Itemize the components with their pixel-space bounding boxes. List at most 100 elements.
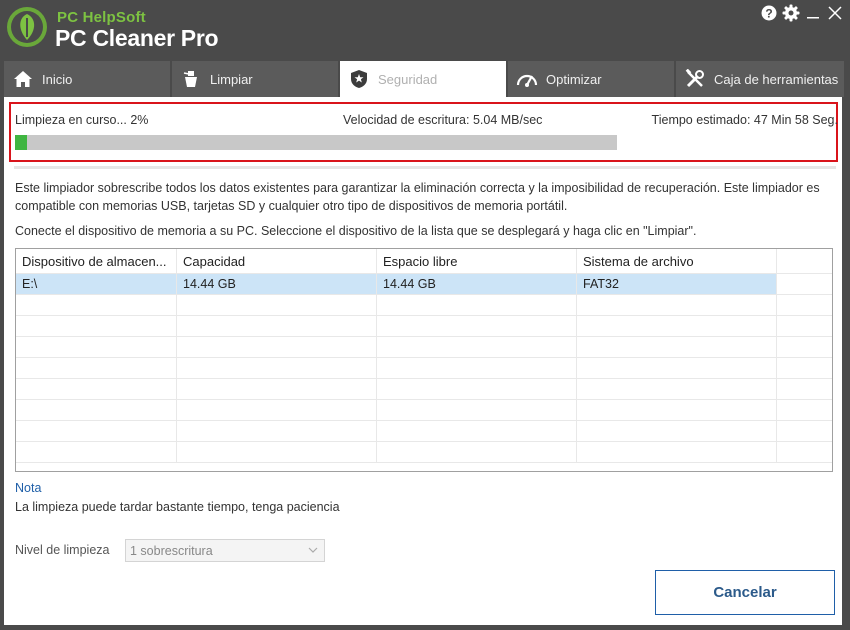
table-empty-cell — [777, 379, 832, 399]
cancel-button[interactable]: Cancelar — [655, 570, 835, 615]
brand-company: PC HelpSoft — [57, 9, 146, 26]
tab-label: Limpiar — [210, 71, 253, 87]
tab-inicio[interactable]: Inicio — [4, 61, 172, 97]
tab-seguridad[interactable]: Seguridad — [340, 61, 508, 97]
table-empty-cell — [577, 316, 777, 336]
column-header[interactable]: Sistema de archivo — [577, 249, 777, 273]
table-empty-cell — [16, 400, 177, 420]
table-empty-row — [16, 358, 832, 379]
table-empty-cell — [177, 379, 377, 399]
table-cell: FAT32 — [577, 274, 777, 294]
minimize-icon[interactable] — [804, 4, 822, 22]
table-empty-cell — [177, 400, 377, 420]
table-empty-cell — [16, 358, 177, 378]
table-empty-cell — [16, 337, 177, 357]
table-empty-cell — [16, 316, 177, 336]
table-empty-cell — [777, 295, 832, 315]
estimated-time: Tiempo estimado: 47 Min 58 Seg. — [651, 113, 838, 127]
close-icon[interactable] — [826, 4, 844, 22]
table-cell — [777, 274, 832, 294]
table-empty-cell — [777, 337, 832, 357]
table-empty-row — [16, 316, 832, 337]
tab-limpiar[interactable]: Limpiar — [172, 61, 340, 97]
table-empty-cell — [577, 400, 777, 420]
divider — [14, 166, 836, 169]
cleaning-level-select[interactable]: 1 sobrescritura — [125, 539, 325, 562]
tab-label: Caja de herramientas — [714, 71, 839, 87]
progress-bar-fill — [15, 135, 28, 150]
main-tabs: Inicio Limpiar Seguridad Optimizar Caja … — [4, 61, 844, 97]
column-header[interactable]: Espacio libre — [377, 249, 577, 273]
table-empty-cell — [177, 316, 377, 336]
app-title: PC Cleaner Pro — [55, 25, 219, 51]
table-empty-cell — [377, 379, 577, 399]
table-cell: 14.44 GB — [377, 274, 577, 294]
cleaning-level-value: 1 sobrescritura — [130, 543, 213, 558]
column-header[interactable]: Dispositivo de almacen... — [16, 249, 177, 273]
write-speed: Velocidad de escritura: 5.04 MB/sec — [343, 113, 543, 127]
table-empty-cell — [377, 316, 577, 336]
table-empty-cell — [777, 442, 832, 462]
tools-icon — [684, 68, 706, 90]
tab-label: Optimizar — [546, 71, 602, 87]
table-empty-cell — [377, 400, 577, 420]
table-empty-cell — [16, 421, 177, 441]
table-cell: 14.44 GB — [177, 274, 377, 294]
help-icon[interactable]: ? — [760, 4, 778, 22]
column-header[interactable]: Capacidad — [177, 249, 377, 273]
table-empty-cell — [777, 316, 832, 336]
table-cell: E:\ — [16, 274, 177, 294]
table-row[interactable]: E:\ 14.44 GB 14.44 GB FAT32 — [16, 274, 832, 295]
column-header-filler — [777, 249, 832, 273]
table-empty-cell — [16, 379, 177, 399]
gear-icon[interactable] — [782, 4, 800, 22]
table-empty-row — [16, 421, 832, 442]
chevron-down-icon — [308, 547, 318, 553]
table-empty-row — [16, 295, 832, 316]
table-empty-cell — [577, 358, 777, 378]
table-empty-cell — [177, 295, 377, 315]
table-empty-cell — [377, 337, 577, 357]
note-text: La limpieza puede tardar bastante tiempo… — [15, 500, 340, 514]
table-empty-cell — [377, 358, 577, 378]
shield-icon — [348, 68, 370, 90]
tab-optimizar[interactable]: Optimizar — [508, 61, 676, 97]
device-table[interactable]: Dispositivo de almacen... Capacidad Espa… — [15, 248, 833, 472]
table-empty-cell — [777, 358, 832, 378]
table-empty-cell — [177, 337, 377, 357]
tab-label: Inicio — [42, 71, 73, 87]
table-empty-row — [16, 400, 832, 421]
table-header: Dispositivo de almacen... Capacidad Espa… — [16, 249, 832, 274]
tab-caja-herramientas[interactable]: Caja de herramientas — [676, 61, 844, 97]
table-empty-cell — [577, 379, 777, 399]
table-empty-row — [16, 379, 832, 400]
instructions-text: Conecte el dispositivo de memoria a su P… — [15, 224, 697, 238]
security-panel: Limpieza en curso... 2% Velocidad de esc… — [4, 97, 842, 625]
table-empty-cell — [177, 442, 377, 462]
table-empty-cell — [16, 442, 177, 462]
table-empty-cell — [377, 421, 577, 441]
table-empty-cell — [577, 295, 777, 315]
description-text: Este limpiador sobrescribe todos los dat… — [15, 181, 820, 213]
note-title: Nota — [15, 481, 42, 495]
svg-text:?: ? — [765, 7, 772, 21]
cleaning-level-label: Nivel de limpieza — [15, 543, 110, 557]
table-empty-cell — [377, 442, 577, 462]
home-icon — [12, 68, 34, 90]
table-empty-row — [16, 442, 832, 463]
progress-status: Limpieza en curso... 2% — [15, 113, 149, 127]
table-empty-cell — [777, 400, 832, 420]
title-bar: PC HelpSoft PC Cleaner Pro ? — [0, 0, 850, 60]
table-empty-cell — [577, 337, 777, 357]
app-logo-icon — [7, 7, 47, 47]
table-empty-cell — [577, 421, 777, 441]
progress-bar — [15, 135, 617, 150]
gauge-icon — [516, 68, 538, 90]
tab-label: Seguridad — [378, 71, 438, 87]
table-empty-cell — [177, 421, 377, 441]
progress-section: Limpieza en curso... 2% Velocidad de esc… — [9, 102, 838, 162]
table-empty-cell — [177, 358, 377, 378]
table-empty-cell — [777, 421, 832, 441]
table-empty-cell — [577, 442, 777, 462]
table-empty-cell — [377, 295, 577, 315]
